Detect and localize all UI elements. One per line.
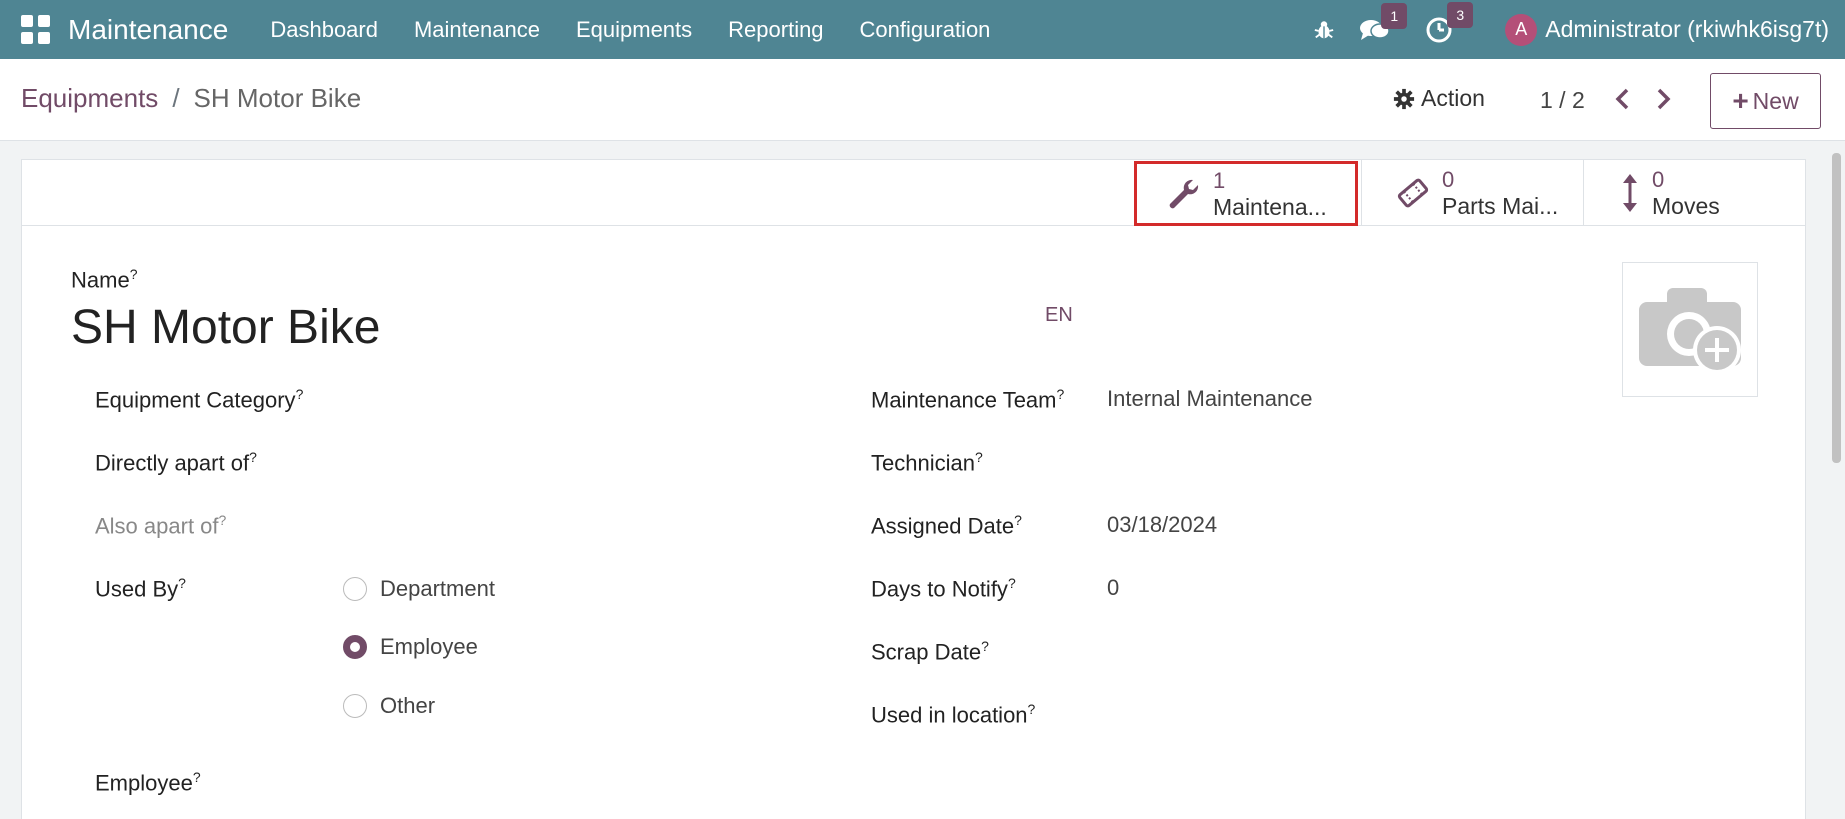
technician-label: Technician?	[871, 449, 983, 476]
equipment-name-input[interactable]: SH Motor Bike	[71, 300, 380, 355]
plus-icon: +	[1732, 85, 1749, 116]
image-upload[interactable]	[1622, 262, 1758, 397]
scrollbar-thumb[interactable]	[1832, 153, 1841, 463]
employee-label: Employee?	[95, 769, 201, 796]
action-button[interactable]: Action	[1393, 85, 1485, 112]
maintenance-requests-button[interactable]: 1 Maintena...	[1134, 161, 1358, 226]
gear-icon	[1393, 88, 1415, 109]
pager-previous-icon[interactable]	[1613, 87, 1631, 116]
name-label: Name?	[71, 266, 138, 293]
activities-badge: 3	[1447, 1, 1474, 28]
menu-reporting[interactable]: Reporting	[710, 17, 841, 43]
assigned-date-label: Assigned Date?	[871, 512, 1022, 539]
used-in-location-label: Used in location?	[871, 701, 1036, 728]
control-panel: Equipments / SH Motor Bike Action 1 / 2 …	[0, 59, 1845, 141]
apps-menu-icon[interactable]	[21, 14, 51, 45]
breadcrumb-equipments-link[interactable]: Equipments	[21, 83, 158, 114]
vertical-arrows-icon	[1623, 174, 1637, 212]
new-button[interactable]: + New	[1710, 73, 1821, 129]
maintenance-team-label: Maintenance Team?	[871, 386, 1065, 413]
radio-department[interactable]	[343, 577, 367, 601]
debug-bug-icon[interactable]	[1313, 19, 1335, 41]
menu-equipments[interactable]: Equipments	[558, 17, 710, 43]
parts-label: Parts Mai...	[1442, 193, 1559, 219]
radio-employee[interactable]	[343, 635, 367, 659]
pager-value[interactable]: 1 / 2	[1540, 87, 1585, 114]
camera-add-icon	[1639, 287, 1741, 374]
new-label: New	[1752, 87, 1799, 114]
days-to-notify-field[interactable]: 0	[1107, 575, 1119, 601]
maintenance-count: 1	[1213, 167, 1226, 193]
moves-label: Moves	[1652, 193, 1720, 219]
smart-button-box: 1 Maintena... 0 Parts Mai... 0 Moves	[22, 160, 1805, 226]
parts-maintenance-button[interactable]: 0 Parts Mai...	[1361, 160, 1583, 226]
scrap-date-label: Scrap Date?	[871, 638, 989, 665]
menu-maintenance[interactable]: Maintenance	[396, 17, 558, 43]
menu-dashboard[interactable]: Dashboard	[252, 17, 396, 43]
maintenance-label: Maintena...	[1213, 193, 1327, 220]
moves-button[interactable]: 0 Moves	[1583, 160, 1805, 226]
user-menu[interactable]: Administrator (rkiwhk6isg7t)	[1545, 16, 1829, 43]
wrench-icon	[1169, 179, 1199, 208]
used-by-label: Used By?	[95, 575, 186, 602]
action-label: Action	[1421, 85, 1485, 111]
also-apart-of-label: Also apart of?	[95, 512, 227, 539]
top-navbar: Maintenance Dashboard Maintenance Equipm…	[0, 0, 1845, 59]
app-name[interactable]: Maintenance	[68, 14, 228, 46]
directly-apart-of-label: Directly apart of?	[95, 449, 257, 476]
scrollbar[interactable]	[1830, 145, 1843, 819]
radio-employee-label[interactable]: Employee	[380, 634, 478, 660]
breadcrumb-separator: /	[172, 83, 180, 113]
breadcrumb: Equipments / SH Motor Bike	[21, 83, 361, 114]
ticket-icon	[1397, 178, 1429, 208]
messages-icon[interactable]: 1	[1359, 2, 1408, 43]
breadcrumb-current: SH Motor Bike	[193, 83, 362, 113]
parts-count: 0	[1442, 167, 1455, 192]
activities-clock-icon[interactable]: 3	[1425, 1, 1474, 44]
radio-other[interactable]	[343, 694, 367, 718]
radio-department-label[interactable]: Department	[380, 576, 495, 602]
messages-badge: 1	[1381, 2, 1408, 29]
days-to-notify-label: Days to Notify?	[871, 575, 1016, 602]
radio-other-label[interactable]: Other	[380, 693, 435, 719]
menu-configuration[interactable]: Configuration	[842, 17, 1009, 43]
maintenance-team-field[interactable]: Internal Maintenance	[1107, 386, 1312, 412]
moves-count: 0	[1652, 167, 1665, 192]
form-sheet: 1 Maintena... 0 Parts Mai... 0 Moves Nam…	[21, 159, 1806, 819]
avatar[interactable]: A	[1505, 13, 1538, 46]
language-button[interactable]: EN	[1045, 304, 1073, 327]
assigned-date-field[interactable]: 03/18/2024	[1107, 512, 1217, 538]
equipment-category-label: Equipment Category?	[95, 386, 304, 413]
pager-next-icon[interactable]	[1655, 87, 1673, 116]
